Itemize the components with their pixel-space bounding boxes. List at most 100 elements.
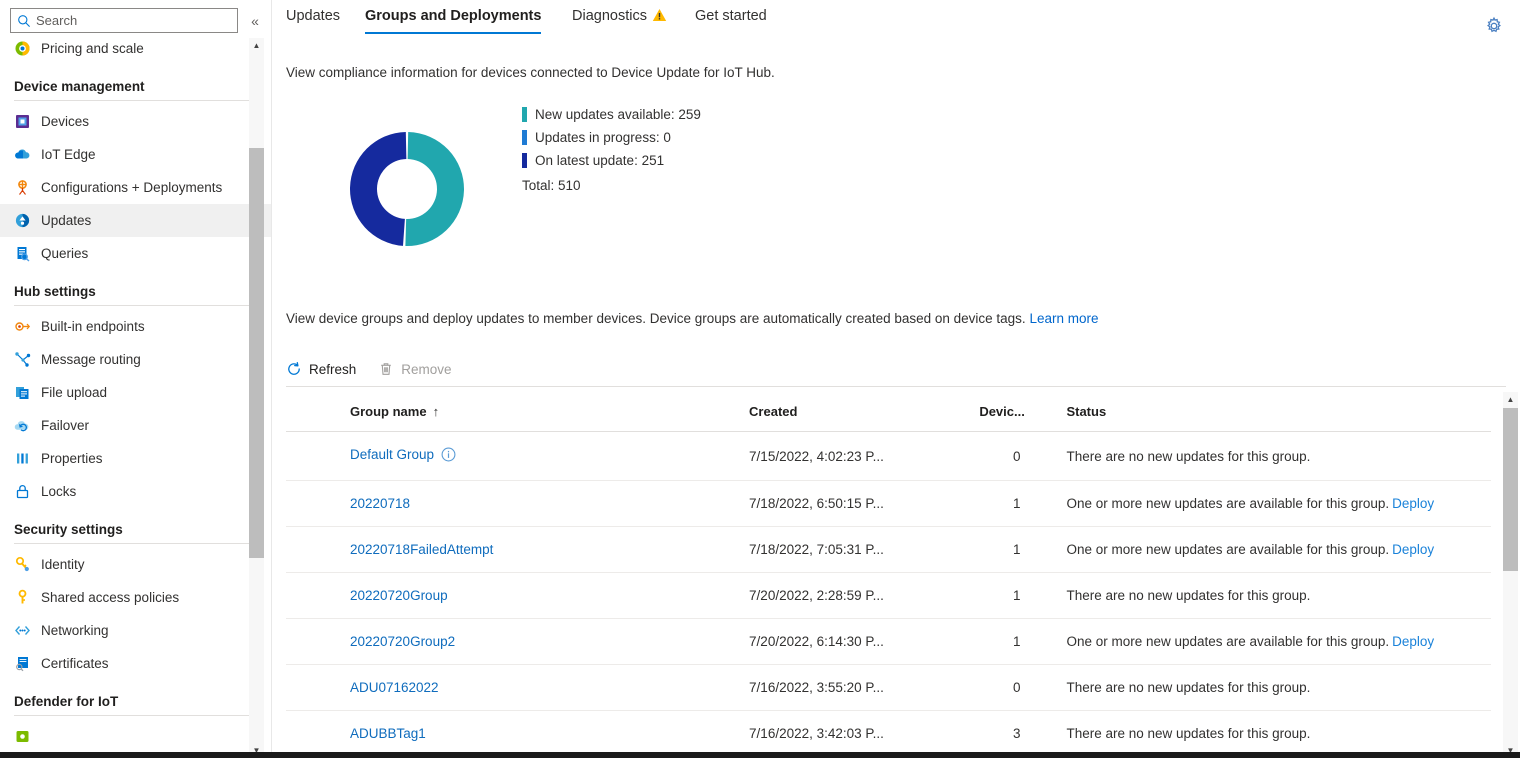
refresh-icon bbox=[286, 361, 302, 377]
configurations-icon bbox=[14, 179, 31, 196]
cell-group-name: 20220720Group2 bbox=[286, 619, 749, 665]
groups-description: View device groups and deploy updates to… bbox=[286, 311, 1099, 326]
devices-icon bbox=[14, 113, 31, 130]
group-name-link[interactable]: 20220718FailedAttempt bbox=[350, 542, 493, 557]
cell-created: 7/16/2022, 3:55:20 P... bbox=[749, 665, 975, 711]
tab-label: Groups and Deployments bbox=[365, 8, 541, 24]
tab-diagnostics[interactable]: Diagnostics bbox=[572, 8, 667, 36]
table-row[interactable]: 20220720Group 7/20/2022, 2:28:59 P...1 The… bbox=[286, 573, 1491, 619]
table-row[interactable]: 202207187/18/2022, 6:50:15 P...1One or m… bbox=[286, 481, 1491, 527]
cell-device-count: 0 bbox=[975, 432, 1038, 481]
table-scrollbar[interactable]: ▲ ▼ bbox=[1503, 392, 1518, 758]
sidebar-item-updates[interactable]: Updates bbox=[0, 204, 272, 237]
sidebar-scroll-up-icon[interactable]: ▲ bbox=[249, 38, 264, 53]
sidebar-item-properties[interactable]: Properties bbox=[0, 442, 272, 475]
legend-label: New updates available: 259 bbox=[535, 107, 701, 122]
cell-status: There are no new updates for this group. bbox=[1038, 432, 1491, 481]
table-header-devices[interactable]: Devic... bbox=[975, 392, 1038, 432]
sidebar-item-queries[interactable]: Queries bbox=[0, 237, 272, 270]
table-header-name[interactable]: Group name↑ bbox=[286, 392, 749, 432]
group-name-link[interactable]: 20220720Group bbox=[350, 588, 448, 603]
sidebar-item-label: Devices bbox=[41, 114, 89, 129]
sidebar-item-configurations-deployments[interactable]: Configurations + Deployments bbox=[0, 171, 272, 204]
legend-item: On latest update: 251 bbox=[522, 150, 701, 171]
certificates-icon bbox=[14, 655, 31, 672]
sidebar-item-message-routing[interactable]: Message routing bbox=[0, 343, 272, 376]
group-name-link[interactable]: ADUBBTag1 bbox=[350, 726, 426, 741]
sidebar-item-label: Updates bbox=[41, 213, 91, 228]
gear-icon[interactable] bbox=[1484, 16, 1504, 36]
sidebar-item-devices[interactable]: Devices bbox=[0, 105, 272, 138]
locks-icon bbox=[14, 483, 31, 500]
remove-label: Remove bbox=[401, 362, 451, 377]
table-header-created[interactable]: Created bbox=[749, 392, 975, 432]
pricing-icon bbox=[14, 40, 31, 57]
sidebar-item-identity[interactable]: Identity bbox=[0, 548, 272, 581]
sidebar-item-iot-edge[interactable]: IoT Edge bbox=[0, 138, 272, 171]
table-header-label: Group name bbox=[350, 404, 427, 419]
sidebar-item-overview-partial[interactable] bbox=[0, 720, 272, 753]
groups-table: Group name↑CreatedDevic...Status Default… bbox=[286, 392, 1491, 757]
status-text: There are no new updates for this group. bbox=[1066, 588, 1310, 603]
cell-group-name: Default Group bbox=[286, 432, 749, 481]
table-scroll-thumb[interactable] bbox=[1503, 408, 1518, 571]
deploy-link[interactable]: Deploy bbox=[1392, 542, 1434, 557]
refresh-button[interactable]: Refresh bbox=[286, 361, 356, 377]
donut-legend: New updates available: 259Updates in pro… bbox=[522, 104, 701, 198]
table-row[interactable]: ADUBBTag17/16/2022, 3:42:03 P...3There a… bbox=[286, 711, 1491, 757]
group-name-link[interactable]: Default Group bbox=[350, 447, 434, 462]
sidebar-item-pricing-and-scale[interactable]: Pricing and scale bbox=[0, 32, 272, 65]
sidebar-item-label: Message routing bbox=[41, 352, 141, 367]
sidebar-item-shared-access-policies[interactable]: Shared access policies bbox=[0, 581, 272, 614]
sidebar-item-networking[interactable]: Networking bbox=[0, 614, 272, 647]
sidebar-item-file-upload[interactable]: File upload bbox=[0, 376, 272, 409]
networking-icon bbox=[14, 622, 31, 639]
cell-created: 7/15/2022, 4:02:23 P... bbox=[749, 432, 975, 481]
cell-status: There are no new updates for this group. bbox=[1038, 665, 1491, 711]
sidebar-item-label: Configurations + Deployments bbox=[41, 180, 222, 195]
sidebar-section-divider bbox=[14, 715, 258, 716]
sidebar-scroll-thumb[interactable] bbox=[249, 148, 264, 558]
sidebar-item-locks[interactable]: Locks bbox=[0, 475, 272, 508]
group-name-link[interactable]: ADU07162022 bbox=[350, 680, 439, 695]
cell-status: There are no new updates for this group. bbox=[1038, 711, 1491, 757]
tab-updates[interactable]: Updates bbox=[286, 8, 340, 34]
table-row[interactable]: ADU071620227/16/2022, 3:55:20 P...0There… bbox=[286, 665, 1491, 711]
tab-groups-and-deployments[interactable]: Groups and Deployments bbox=[365, 8, 541, 34]
deploy-link[interactable]: Deploy bbox=[1392, 634, 1434, 649]
table-header-status[interactable]: Status bbox=[1038, 392, 1491, 432]
info-icon[interactable] bbox=[441, 447, 456, 465]
group-name-link[interactable]: 20220720Group2 bbox=[350, 634, 455, 649]
cell-created: 7/20/2022, 2:28:59 P... bbox=[749, 573, 975, 619]
sidebar-item-label: Shared access policies bbox=[41, 590, 179, 605]
cell-status: One or more new updates are available fo… bbox=[1038, 619, 1491, 665]
cell-created: 7/16/2022, 3:42:03 P... bbox=[749, 711, 975, 757]
table-scroll-up-icon[interactable]: ▲ bbox=[1503, 392, 1518, 407]
iot-edge-icon bbox=[14, 146, 31, 163]
tab-get-started[interactable]: Get started bbox=[695, 8, 767, 34]
learn-more-link[interactable]: Learn more bbox=[1029, 311, 1098, 326]
sidebar-item-failover[interactable]: Failover bbox=[0, 409, 272, 442]
table-row[interactable]: 20220718FailedAttempt7/18/2022, 7:05:31 … bbox=[286, 527, 1491, 573]
cell-device-count: 1 bbox=[975, 573, 1038, 619]
refresh-label: Refresh bbox=[309, 362, 356, 377]
cell-group-name: ADU07162022 bbox=[286, 665, 749, 711]
remove-button[interactable]: Remove bbox=[378, 361, 451, 377]
cell-group-name: 20220718 bbox=[286, 481, 749, 527]
group-name-link[interactable]: 20220718 bbox=[350, 496, 410, 511]
table-row[interactable]: 20220720Group27/20/2022, 6:14:30 P...1On… bbox=[286, 619, 1491, 665]
cell-group-name: 20220720Group bbox=[286, 573, 749, 619]
status-text: One or more new updates are available fo… bbox=[1066, 496, 1389, 511]
deploy-link[interactable]: Deploy bbox=[1392, 496, 1434, 511]
window-bottom-edge bbox=[0, 752, 1520, 758]
status-text: There are no new updates for this group. bbox=[1066, 726, 1310, 741]
sidebar-item-built-in-endpoints[interactable]: Built-in endpoints bbox=[0, 310, 272, 343]
search-input[interactable]: Search bbox=[10, 8, 238, 33]
sidebar-item-certificates[interactable]: Certificates bbox=[0, 647, 272, 680]
sidebar-nav: Pricing and scaleDevice managementDevice… bbox=[0, 32, 272, 758]
collapse-sidebar-icon[interactable]: « bbox=[246, 12, 264, 30]
status-text: There are no new updates for this group. bbox=[1066, 449, 1310, 464]
sidebar-item-label: Networking bbox=[41, 623, 109, 638]
table-row[interactable]: Default Group 7/15/2022, 4:02:23 P...0 The… bbox=[286, 432, 1491, 481]
sidebar-scrollbar[interactable]: ▲ ▼ bbox=[249, 38, 264, 758]
